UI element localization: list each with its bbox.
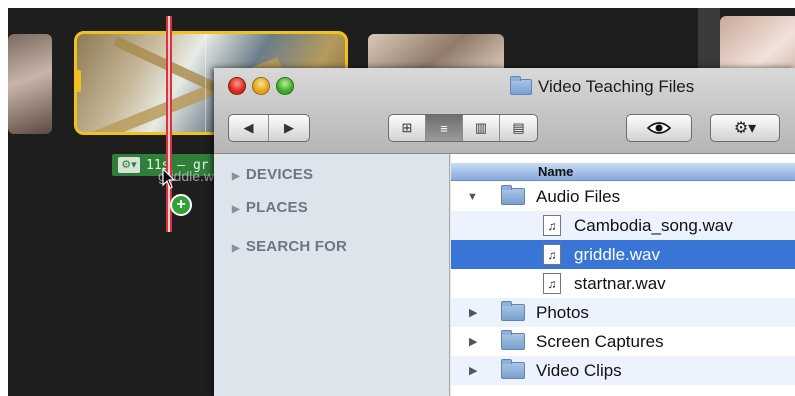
folder-icon: [501, 185, 525, 205]
window-title: Video Teaching Files: [510, 74, 694, 100]
sidebar-section-places[interactable]: ▶ PLACES: [232, 199, 308, 216]
finder-sidebar: ▶ DEVICES ▶ PLACES ▶ SEARCH FOR: [214, 154, 450, 396]
icon-view-button[interactable]: ⊞: [389, 115, 426, 141]
minimize-window-button[interactable]: [252, 77, 270, 95]
disclosure-triangle-icon: ▶: [232, 204, 240, 215]
column-view-button[interactable]: ▥: [463, 115, 500, 141]
list-item-video-clips[interactable]: ▶ Video Clips: [451, 356, 795, 385]
finder-toolbar: Video Teaching Files ◀ ▶ ⊞ ≡ ▥ ▤ ⚙▾: [214, 68, 795, 154]
disclosure-triangle-collapsed-icon[interactable]: ▶: [469, 306, 477, 319]
folder-icon: [501, 359, 525, 379]
add-copy-badge-icon: +: [170, 194, 192, 216]
clip-gear-icon[interactable]: ⚙▾: [118, 157, 140, 173]
gear-icon: ⚙▾: [733, 120, 757, 137]
cover-flow-button[interactable]: ▤: [500, 115, 537, 141]
view-mode-control: ⊞ ≡ ▥ ▤: [388, 114, 538, 142]
action-menu-button[interactable]: ⚙▾: [710, 114, 780, 142]
quick-look-button[interactable]: [626, 114, 692, 142]
list-item-screen-captures[interactable]: ▶ Screen Captures: [451, 327, 795, 356]
audio-file-icon: ♫: [543, 244, 561, 265]
window-title-text: Video Teaching Files: [538, 77, 695, 96]
list-item-cambodia-song[interactable]: ♫ Cambodia_song.wav: [451, 211, 795, 240]
file-list: Name ▼ Audio Files ♫ Cambodia_song.wav ♫…: [451, 154, 795, 396]
sidebar-section-search-for[interactable]: ▶ SEARCH FOR: [232, 238, 347, 255]
zoom-window-button[interactable]: [276, 77, 294, 95]
folder-icon: [510, 76, 532, 95]
finder-window: Video Teaching Files ◀ ▶ ⊞ ≡ ▥ ▤ ⚙▾ ▶ DEV…: [214, 68, 795, 396]
folder-icon: [501, 301, 525, 321]
back-button[interactable]: ◀: [229, 115, 270, 141]
list-view-button[interactable]: ≡: [426, 115, 463, 141]
mouse-pointer-icon: [162, 167, 176, 195]
list-item-audio-files[interactable]: ▼ Audio Files: [451, 182, 795, 211]
audio-file-icon: ♫: [543, 215, 561, 236]
video-clip-thumbnail[interactable]: [8, 34, 52, 134]
clip-trim-handle-left[interactable]: [77, 70, 81, 92]
folder-icon: [501, 330, 525, 350]
back-forward-control: ◀ ▶: [228, 114, 310, 142]
close-window-button[interactable]: [228, 77, 246, 95]
list-item-startnar[interactable]: ♫ startnar.wav: [451, 269, 795, 298]
disclosure-triangle-collapsed-icon[interactable]: ▶: [469, 335, 477, 348]
disclosure-triangle-expanded-icon[interactable]: ▼: [467, 191, 478, 203]
audio-file-icon: ♫: [543, 273, 561, 294]
disclosure-triangle-collapsed-icon[interactable]: ▶: [469, 364, 477, 377]
disclosure-triangle-icon: ▶: [232, 243, 240, 254]
column-header-name[interactable]: Name: [451, 163, 795, 181]
disclosure-triangle-icon: ▶: [232, 171, 240, 182]
sidebar-section-devices[interactable]: ▶ DEVICES: [232, 166, 313, 183]
list-item-photos[interactable]: ▶ Photos: [451, 298, 795, 327]
list-item-griddle[interactable]: ♫ griddle.wav: [451, 240, 795, 269]
eye-icon: [647, 122, 671, 134]
forward-button[interactable]: ▶: [269, 115, 309, 141]
